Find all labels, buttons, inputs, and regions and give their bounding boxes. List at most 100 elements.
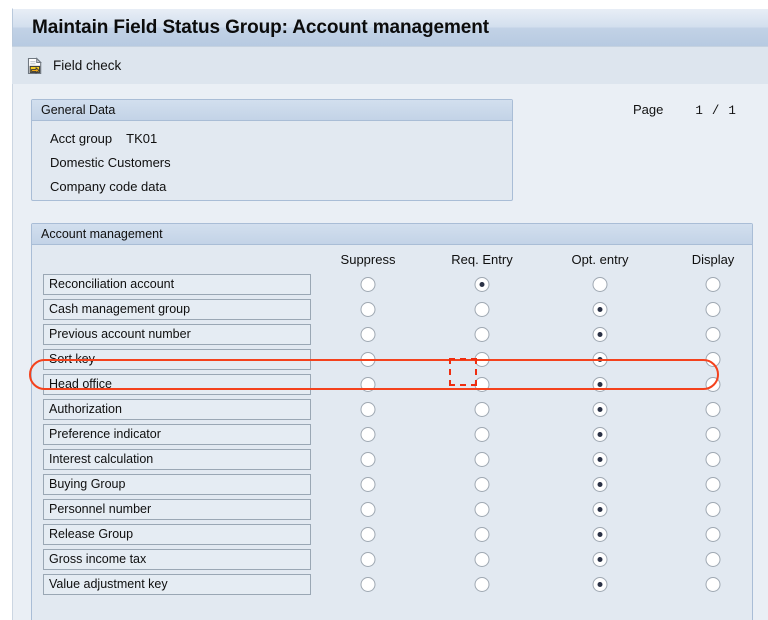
radio-display[interactable] (706, 577, 721, 592)
radio-display[interactable] (706, 327, 721, 342)
radio-suppress[interactable] (361, 552, 376, 567)
radio-opt-entry[interactable] (593, 577, 608, 592)
table-row: Reconciliation account (32, 272, 752, 297)
radio-opt-entry[interactable] (593, 477, 608, 492)
radio-req-entry[interactable] (475, 302, 490, 317)
radio-suppress[interactable] (361, 302, 376, 317)
field-label-value-adjustment-key: Value adjustment key (43, 574, 311, 595)
radio-opt-entry[interactable] (593, 427, 608, 442)
radio-opt-entry[interactable] (593, 327, 608, 342)
page-total: 1 (728, 104, 736, 118)
radio-req-entry[interactable] (475, 477, 490, 492)
table-row: Preference indicator (32, 422, 752, 447)
radio-display[interactable] (706, 377, 721, 392)
table-row: Interest calculation (32, 447, 752, 472)
field-label-interest-calculation: Interest calculation (43, 449, 311, 470)
radio-suppress[interactable] (361, 427, 376, 442)
radio-display[interactable] (706, 552, 721, 567)
radio-req-entry[interactable] (475, 552, 490, 567)
field-label-sort-key: Sort key (43, 349, 311, 370)
table-row: Value adjustment key (32, 572, 752, 597)
field-label-cash-management-group: Cash management group (43, 299, 311, 320)
column-header-opt-entry: Opt. entry (571, 252, 628, 267)
general-data-panel: General Data Acct group TK01 Domestic Cus… (31, 99, 513, 201)
field-label-buying-group: Buying Group (43, 474, 311, 495)
work-area: General Data Acct group TK01 Domestic Cus… (12, 84, 768, 620)
radio-display[interactable] (706, 527, 721, 542)
radio-req-entry[interactable] (475, 452, 490, 467)
radio-req-entry[interactable] (475, 402, 490, 417)
field-status-rows: Reconciliation account Cash management gr… (32, 272, 752, 597)
field-label-gross-income-tax: Gross income tax (43, 549, 311, 570)
field-label-release-group: Release Group (43, 524, 311, 545)
table-row: Buying Group (32, 472, 752, 497)
radio-suppress[interactable] (361, 577, 376, 592)
column-header-display: Display (692, 252, 735, 267)
radio-req-entry[interactable] (475, 527, 490, 542)
radio-req-entry[interactable] (475, 277, 490, 292)
general-data-body: Acct group TK01 Domestic Customers Compan… (32, 121, 512, 199)
table-row: Head office (32, 372, 752, 397)
radio-req-entry[interactable] (475, 377, 490, 392)
radio-suppress[interactable] (361, 527, 376, 542)
page-indicator-label: Page (633, 102, 663, 117)
radio-display[interactable] (706, 502, 721, 517)
radio-suppress[interactable] (361, 277, 376, 292)
table-row: Gross income tax (32, 547, 752, 572)
account-management-panel: Account management SuppressReq. EntryOpt… (31, 223, 753, 620)
table-row: Cash management group (32, 297, 752, 322)
radio-opt-entry[interactable] (593, 502, 608, 517)
radio-req-entry[interactable] (475, 327, 490, 342)
radio-opt-entry[interactable] (593, 402, 608, 417)
application-toolbar: Field check (12, 46, 768, 84)
radio-opt-entry[interactable] (593, 527, 608, 542)
field-label-personnel-number: Personnel number (43, 499, 311, 520)
table-row: Sort key (32, 347, 752, 372)
acct-group-label: Acct group (50, 131, 112, 146)
account-management-header-label: Account management (41, 227, 163, 241)
radio-req-entry[interactable] (475, 577, 490, 592)
table-row: Personnel number (32, 497, 752, 522)
radio-suppress[interactable] (361, 477, 376, 492)
field-label-authorization: Authorization (43, 399, 311, 420)
field-check-button[interactable]: Field check (12, 55, 127, 77)
radio-opt-entry[interactable] (593, 377, 608, 392)
radio-display[interactable] (706, 402, 721, 417)
acct-group-value: TK01 (126, 131, 157, 146)
field-label-reconciliation-account: Reconciliation account (43, 274, 311, 295)
page-title: Maintain Field Status Group: Account man… (13, 17, 489, 39)
radio-display[interactable] (706, 427, 721, 442)
radio-opt-entry[interactable] (593, 452, 608, 467)
radio-req-entry[interactable] (475, 352, 490, 367)
radio-opt-entry[interactable] (593, 552, 608, 567)
data-scope-label: Company code data (50, 175, 512, 199)
radio-req-entry[interactable] (475, 502, 490, 517)
radio-opt-entry[interactable] (593, 352, 608, 367)
radio-suppress[interactable] (361, 327, 376, 342)
account-management-header: Account management (32, 224, 752, 245)
page-indicator: Page 1 / 1 (633, 102, 736, 118)
radio-display[interactable] (706, 352, 721, 367)
radio-suppress[interactable] (361, 502, 376, 517)
acct-group-row: Acct group TK01 (50, 127, 512, 151)
radio-opt-entry[interactable] (593, 302, 608, 317)
general-data-header-label: General Data (41, 103, 115, 117)
radio-suppress[interactable] (361, 452, 376, 467)
page-current: 1 (695, 104, 703, 118)
field-check-label: Field check (53, 58, 121, 73)
radio-display[interactable] (706, 302, 721, 317)
field-label-preference-indicator: Preference indicator (43, 424, 311, 445)
radio-display[interactable] (706, 452, 721, 467)
table-row: Previous account number (32, 322, 752, 347)
table-row: Release Group (32, 522, 752, 547)
radio-req-entry[interactable] (475, 427, 490, 442)
radio-opt-entry[interactable] (593, 277, 608, 292)
customer-type-label: Domestic Customers (50, 151, 512, 175)
radio-display[interactable] (706, 477, 721, 492)
radio-suppress[interactable] (361, 377, 376, 392)
general-data-header: General Data (32, 100, 512, 121)
radio-display[interactable] (706, 277, 721, 292)
page-separator: / (712, 104, 720, 118)
radio-suppress[interactable] (361, 352, 376, 367)
radio-suppress[interactable] (361, 402, 376, 417)
